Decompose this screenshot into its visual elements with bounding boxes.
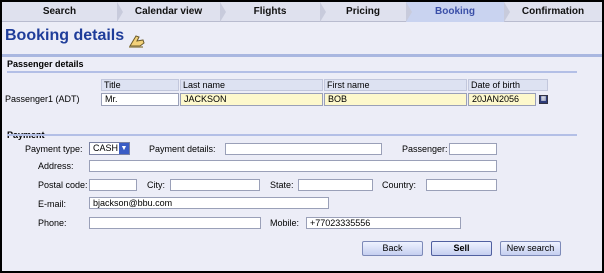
postal-code-input[interactable] [89,179,137,191]
address-input[interactable] [89,160,497,172]
email-label: E-mail: [38,199,67,209]
city-label: City: [147,180,165,190]
step-bar: Search Calendar view Flights Pricing Boo… [2,2,602,22]
step-flights[interactable]: Flights [220,2,326,22]
last-name-input[interactable]: JACKSON [180,93,323,106]
chevron-down-icon: ▼ [119,143,129,154]
step-calendar-view[interactable]: Calendar view [117,2,226,22]
step-pricing[interactable]: Pricing [320,2,412,22]
phone-label: Phone: [38,218,67,228]
sell-button[interactable]: Sell [431,241,492,256]
passenger-row-label: Passenger1 (ADT) [5,94,80,104]
column-last-name: Last name [180,79,323,91]
new-search-button[interactable]: New search [500,241,561,256]
email-input[interactable]: bjackson@bbu.com [89,197,329,209]
column-title: Title [101,79,179,91]
country-label: Country: [382,180,417,190]
payment-details-input[interactable] [225,143,382,155]
column-first-name: First name [324,79,467,91]
page-title: Booking details [5,27,125,44]
step-booking[interactable]: Booking [406,2,510,22]
step-confirmation[interactable]: Confirmation [504,2,602,22]
mobile-input[interactable]: +77023335556 [306,217,461,229]
date-of-birth-input[interactable]: 20JAN2056 [468,93,536,106]
title-input[interactable]: Mr. [101,93,179,106]
mobile-label: Mobile: [270,218,300,228]
booking-window: Search Calendar view Flights Pricing Boo… [0,0,604,273]
step-search[interactable]: Search [2,2,123,22]
state-input[interactable] [298,179,373,191]
passenger-section-label: Passenger details [7,59,84,69]
passenger-input[interactable] [449,143,497,155]
passenger-section-divider [7,71,577,73]
payment-type-select[interactable]: CASH ▼ [89,142,130,155]
title-divider [2,54,602,57]
address-label: Address: [38,161,74,171]
column-date-of-birth: Date of birth [468,79,548,91]
payment-type-value: CASH [93,143,119,153]
payment-details-label: Payment details: [149,144,216,154]
payment-type-label: Payment type: [25,144,83,154]
passenger-label: Passenger: [402,144,448,154]
state-label: State: [270,180,294,190]
first-name-input[interactable]: BOB [324,93,467,106]
payment-section-divider [7,134,577,136]
back-button[interactable]: Back [362,241,423,256]
city-input[interactable] [170,179,260,191]
phone-input[interactable] [89,217,261,229]
calendar-icon[interactable]: ▦ [539,95,548,104]
postal-code-label: Postal code: [38,180,88,190]
country-input[interactable] [426,179,497,191]
hand-pointer-icon [129,35,145,48]
